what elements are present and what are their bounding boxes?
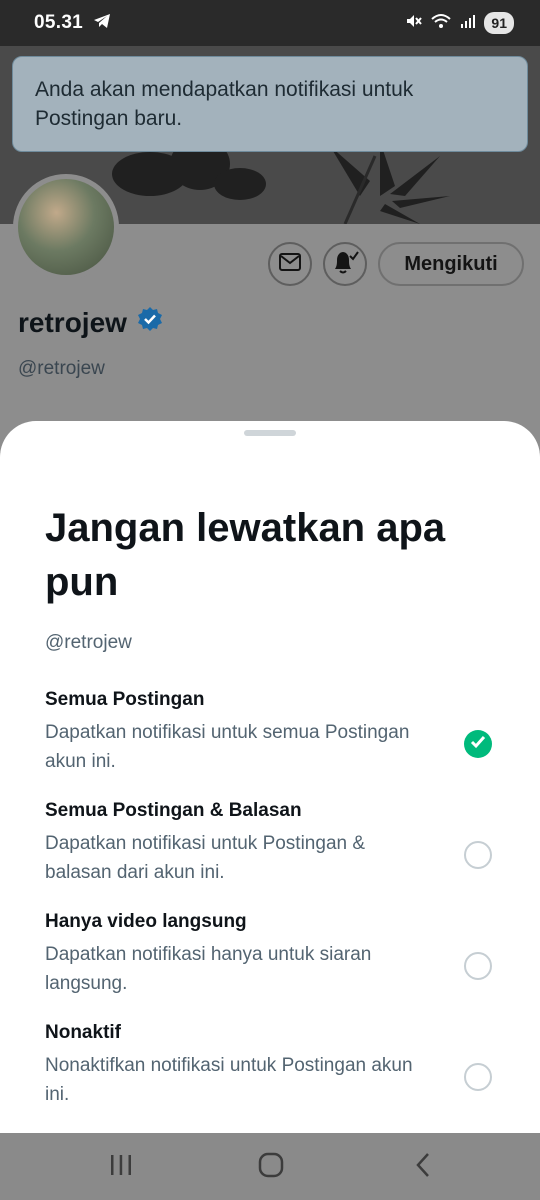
verified-badge-icon [137,306,163,339]
option-description: Nonaktifkan notifikasi untuk Postingan a… [45,1055,413,1105]
radio-selected[interactable] [464,730,492,758]
radio-unselected[interactable] [464,841,492,869]
radio-unselected[interactable] [464,952,492,980]
recents-icon [109,1154,133,1181]
back-icon [413,1152,433,1183]
sheet-grabber[interactable] [244,430,296,436]
home-button[interactable] [257,1152,285,1183]
system-nav-bar [0,1133,540,1200]
notification-toast: Anda akan mendapatkan notifikasi untuk P… [12,56,528,152]
mute-icon [404,12,423,35]
option-off[interactable]: Nonaktif Nonaktifkan notifikasi untuk Po… [45,1021,505,1111]
option-posts-and-replies[interactable]: Semua Postingan & Balasan Dapatkan notif… [45,799,505,889]
avatar[interactable] [13,174,119,280]
status-bar: 05.31 91 [0,0,540,46]
notification-settings-sheet: Jangan lewatkan apa pun @retrojew Semua … [0,421,540,1133]
profile-handle: @retrojew [18,358,105,379]
back-button[interactable] [409,1152,437,1183]
sheet-handle: @retrojew [45,632,132,653]
battery-indicator: 91 [484,12,514,34]
recent-apps-button[interactable] [107,1153,135,1181]
option-title: Nonaktif [45,1022,121,1043]
option-title: Semua Postingan & Balasan [45,800,302,821]
status-time: 05.31 [34,12,84,33]
telegram-icon [93,13,111,34]
mail-icon [278,252,302,277]
bell-check-icon [331,249,359,280]
notification-bell-button[interactable] [323,242,367,286]
radio-unselected[interactable] [464,1063,492,1091]
option-live-video-only[interactable]: Hanya video langsung Dapatkan notifikasi… [45,910,505,1000]
message-button[interactable] [268,242,312,286]
option-description: Dapatkan notifikasi hanya untuk siaran l… [45,944,372,994]
signal-icon [460,13,476,34]
profile-name-row: retrojew [18,306,163,339]
check-icon [470,735,486,754]
option-title: Semua Postingan [45,689,205,710]
option-title: Hanya video langsung [45,911,247,932]
option-description: Dapatkan notifikasi untuk semua Postinga… [45,722,410,772]
option-description: Dapatkan notifikasi untuk Postingan & ba… [45,833,366,883]
profile-name: retrojew [18,306,127,338]
following-button[interactable]: Mengikuti [378,242,524,286]
home-icon [258,1152,284,1183]
wifi-icon [430,12,452,35]
option-all-posts[interactable]: Semua Postingan Dapatkan notifikasi untu… [45,688,505,778]
toast-text: Anda akan mendapatkan notifikasi untuk P… [35,78,414,130]
sheet-title: Jangan lewatkan apa pun [45,506,446,604]
